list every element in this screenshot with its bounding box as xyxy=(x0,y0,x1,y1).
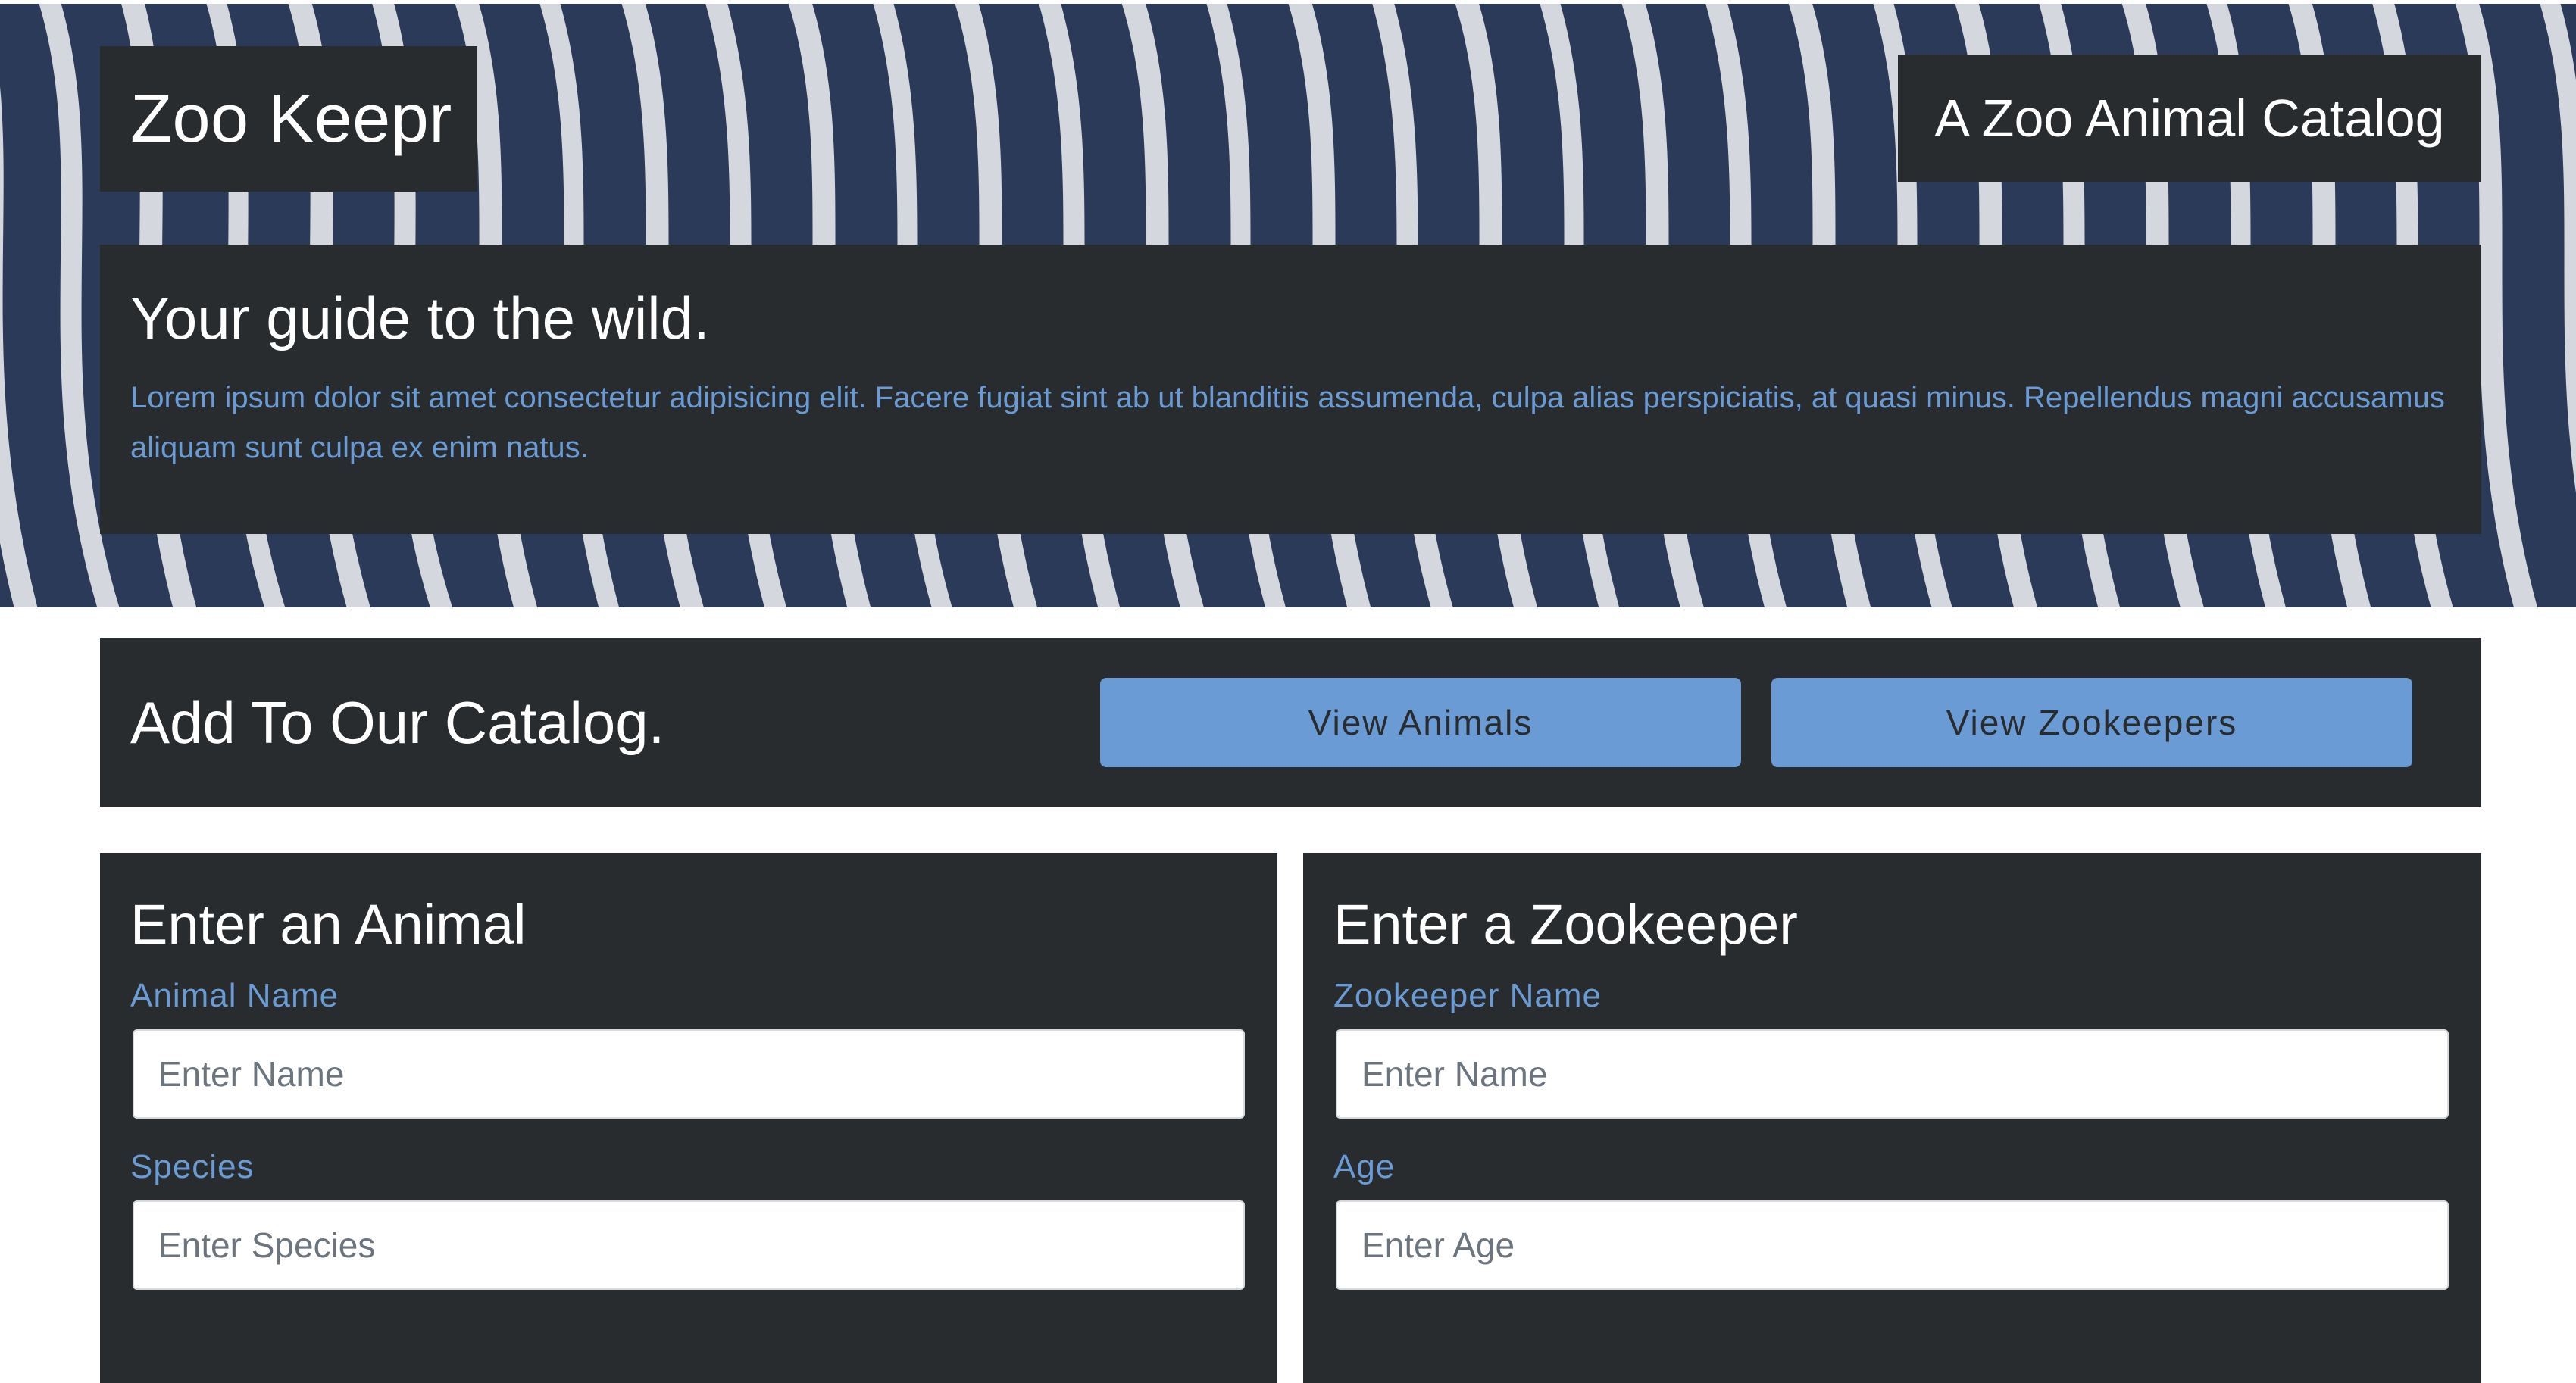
view-animals-button[interactable]: View Animals xyxy=(1100,678,1741,767)
zookeeper-name-input[interactable] xyxy=(1336,1029,2449,1119)
intro-heading: Your guide to the wild. xyxy=(130,285,710,351)
catalog-title: Add To Our Catalog. xyxy=(130,688,665,756)
animal-name-input[interactable] xyxy=(133,1029,1245,1119)
zookeeper-form: Enter a Zookeeper Zookeeper Name Age xyxy=(1303,853,2481,1383)
tagline-box: A Zoo Animal Catalog xyxy=(1898,55,2481,182)
intro-box: Your guide to the wild. Lorem ipsum dolo… xyxy=(100,245,2481,534)
brand-box: Zoo Keepr xyxy=(100,46,477,192)
zookeeper-form-heading: Enter a Zookeeper xyxy=(1333,893,1798,956)
zookeeper-name-label: Zookeeper Name xyxy=(1333,977,1602,1015)
hero-banner: Zoo Keepr A Zoo Animal Catalog Your guid… xyxy=(0,4,2576,607)
intro-text: Lorem ipsum dolor sit amet consectetur a… xyxy=(130,380,2445,464)
animal-form-heading: Enter an Animal xyxy=(130,893,527,956)
site-title: Zoo Keepr xyxy=(130,80,452,157)
species-label: Species xyxy=(130,1148,255,1186)
age-label: Age xyxy=(1333,1148,1396,1186)
site-tagline: A Zoo Animal Catalog xyxy=(1934,89,2445,148)
view-zookeepers-button[interactable]: View Zookeepers xyxy=(1771,678,2412,767)
animal-name-label: Animal Name xyxy=(130,977,339,1015)
age-input[interactable] xyxy=(1336,1200,2449,1291)
species-input[interactable] xyxy=(133,1200,1245,1291)
animal-form: Enter an Animal Animal Name Species xyxy=(100,853,1277,1383)
catalog-bar: Add To Our Catalog. View Animals View Zo… xyxy=(100,638,2481,807)
